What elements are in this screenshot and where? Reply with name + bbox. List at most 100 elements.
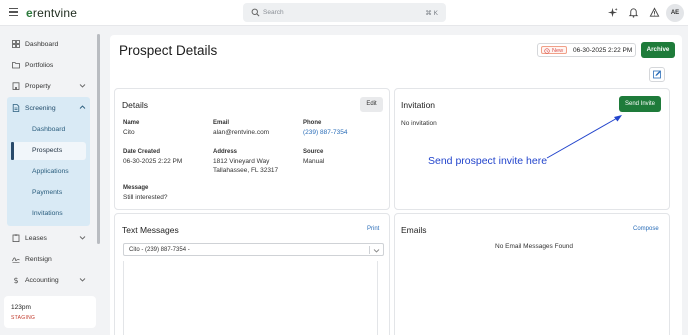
sidebar-subitem-prospects[interactable]: Prospects [11, 142, 86, 160]
print-link[interactable]: Print [367, 226, 379, 232]
top-bar: erentvine Search ⌘ K AE [0, 0, 688, 26]
sidebar-subitem-dashboard[interactable]: Dashboard [12, 121, 86, 139]
thread-select-value: Cito - (239) 887-7354 - [129, 247, 190, 253]
new-status-pill: New [541, 46, 568, 54]
alert-icon[interactable] [649, 7, 660, 18]
sparkle-icon[interactable] [607, 7, 618, 18]
building-icon [12, 82, 20, 90]
sidebar-item-label: Portfolios [25, 61, 54, 69]
sidebar-subitem-label: Prospects [32, 147, 63, 154]
search-placeholder: Search [263, 8, 284, 16]
sidebar-item-leases[interactable]: Leases [7, 230, 92, 246]
name-value: Cito [123, 129, 135, 136]
environment-label: STAGING [11, 315, 36, 321]
sidebar-item-label: Rentsign [25, 255, 52, 263]
email-value: alan@rentvine.com [213, 129, 270, 136]
dashboard-icon [12, 40, 20, 48]
sidebar-item-label: Accounting [25, 276, 59, 284]
sidebar-item-portfolios[interactable]: Portfolios [7, 57, 92, 73]
send-invite-button[interactable]: Send Invite [619, 96, 661, 112]
signature-icon [12, 257, 20, 263]
organization-name: 123pm [11, 304, 31, 311]
bell-icon[interactable] [628, 7, 639, 18]
clipboard-icon [12, 234, 20, 242]
hamburger-menu-icon[interactable] [9, 8, 18, 17]
sidebar-subitem-payments[interactable]: Payments [12, 184, 86, 202]
source-value: Manual [303, 158, 325, 165]
folder-icon [12, 62, 20, 69]
message-label: Message [123, 185, 149, 191]
invitation-card: Invitation Send Invite No invitation Sen… [394, 88, 670, 210]
message-area-scrollbar[interactable] [377, 261, 378, 335]
name-label: Name [123, 120, 140, 126]
dollar-icon: $ [14, 276, 19, 284]
sidebar-item-label: Screening [25, 104, 56, 112]
details-card: Details Edit Name Cito Email alan@rentvi… [114, 88, 390, 210]
document-icon [12, 104, 20, 112]
compose-link[interactable]: Compose [633, 226, 659, 232]
organization-switcher[interactable]: 123pm STAGING [4, 296, 96, 328]
annotation-arrow-icon [546, 115, 622, 159]
date-created-label: Date Created [123, 149, 161, 155]
chevron-down-icon [373, 249, 380, 253]
source-label: Source [303, 149, 324, 155]
sidebar-item-property[interactable]: Property [7, 78, 92, 94]
emails-card: Emails Compose No Email Messages Found [394, 213, 670, 335]
sidebar-item-rentsign[interactable]: Rentsign [7, 251, 92, 267]
no-invitation-text: No invitation [401, 120, 437, 127]
sidebar-item-label: Dashboard [25, 40, 59, 48]
text-messages-heading: Text Messages [122, 225, 179, 235]
sidebar-scrollbar-thumb[interactable] [97, 34, 100, 244]
sidebar-item-accounting[interactable]: $ Accounting [7, 272, 92, 288]
sidebar-item-screening[interactable]: Screening [7, 100, 92, 116]
select-divider [369, 246, 370, 254]
search-input[interactable]: Search ⌘ K [243, 3, 446, 22]
message-value: Still interested? [123, 194, 168, 201]
message-area-left-border [123, 261, 124, 335]
logo-mark: e [26, 6, 33, 20]
main-content: Prospect Details New 06-30-2025 2:22 PM … [110, 35, 682, 335]
clock-icon [544, 48, 550, 54]
email-label: Email [213, 120, 230, 126]
address-line1: 1812 Vineyard Way [213, 158, 270, 165]
details-heading: Details [122, 100, 148, 110]
sidebar-item-dashboard[interactable]: Dashboard [7, 36, 92, 52]
page-title: Prospect Details [119, 43, 218, 58]
svg-text:$: $ [14, 276, 19, 284]
edit-prospect-button[interactable] [649, 67, 665, 82]
user-avatar[interactable]: AE [666, 4, 684, 22]
logo-text: rentvine [32, 6, 78, 20]
no-emails-text: No Email Messages Found [495, 243, 574, 250]
sidebar-subitem-invitations[interactable]: Invitations [12, 205, 86, 223]
sidebar-subitem-applications[interactable]: Applications [12, 163, 86, 181]
chevron-down-icon [79, 84, 86, 88]
chevron-down-icon [79, 278, 86, 282]
edit-icon [653, 70, 661, 79]
invitation-heading: Invitation [401, 100, 436, 110]
status-date: 06-30-2025 2:22 PM [573, 46, 633, 54]
status-label: New [552, 48, 564, 54]
sidebar-subitem-label: Payments [32, 189, 63, 196]
status-badge: New 06-30-2025 2:22 PM [537, 43, 636, 57]
annotation-text: Send prospect invite here [428, 155, 548, 167]
date-created-value: 06-30-2025 2:22 PM [123, 158, 183, 165]
sidebar-item-label: Leases [25, 234, 47, 242]
edit-details-button[interactable]: Edit [360, 97, 383, 112]
text-messages-card: Text Messages Print Cito - (239) 887-735… [114, 213, 390, 335]
search-shortcut: ⌘ K [425, 9, 438, 17]
address-line2: Tallahassee, FL 32317 [213, 167, 279, 174]
search-icon [251, 8, 260, 17]
sidebar-subitem-label: Invitations [32, 210, 63, 217]
archive-button[interactable]: Archive [641, 42, 675, 58]
sidebar-item-label: Property [25, 82, 51, 90]
chevron-down-icon [79, 236, 86, 240]
phone-link[interactable]: (239) 887-7354 [303, 129, 347, 138]
sidebar-subitem-label: Applications [32, 168, 69, 175]
chevron-up-icon [79, 105, 86, 109]
phone-label: Phone [303, 120, 322, 126]
thread-select[interactable]: Cito - (239) 887-7354 - [123, 243, 384, 256]
address-label: Address [213, 149, 238, 155]
sidebar-subitem-label: Dashboard [32, 126, 66, 133]
app-logo[interactable]: erentvine [26, 6, 77, 20]
emails-heading: Emails [401, 225, 427, 235]
